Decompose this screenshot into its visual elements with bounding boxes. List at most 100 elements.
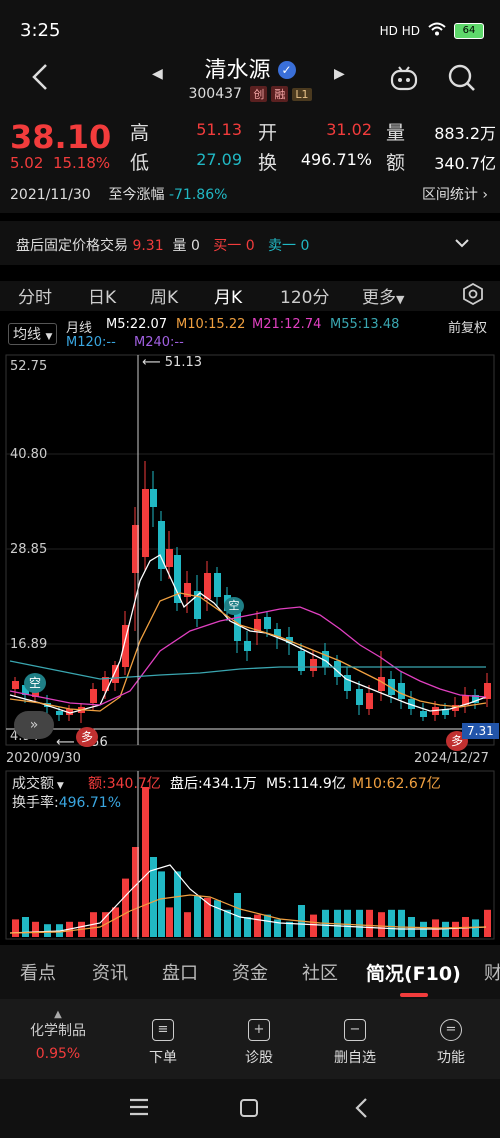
tab-finance[interactable]: 财: [484, 959, 500, 985]
order-button[interactable]: ≡ 下单: [128, 1019, 198, 1067]
kline-svg: [5, 354, 495, 940]
tag-kong-2[interactable]: 空: [224, 597, 244, 615]
status-time: 3:25: [20, 20, 61, 41]
kline-chart-area[interactable]: 均线 ▼ 月线 M5:22.07 M10:15.22 M21:12.74 M55…: [0, 311, 500, 945]
ma-lines-group: [9, 554, 487, 714]
candle-body: [420, 711, 427, 717]
tab-more-label: 更多: [362, 288, 396, 308]
info-tab-underline: [400, 993, 428, 997]
date-end: 2024/12/27: [414, 751, 489, 766]
volume-bar: [158, 871, 165, 937]
tab-highlights[interactable]: 看点: [20, 959, 56, 985]
tab-daily-k[interactable]: 日K: [88, 283, 116, 308]
current-price: 38.10: [10, 118, 112, 156]
last-price-tag: 7.31: [462, 723, 499, 739]
tab-120min[interactable]: 120分: [280, 283, 329, 308]
volume-m5: M5:114.9亿: [266, 776, 346, 792]
candle-body: [366, 693, 373, 709]
candle-body: [214, 573, 221, 597]
volume-bar: [244, 917, 251, 937]
tab-news[interactable]: 资讯: [92, 959, 128, 985]
candle-body: [398, 683, 405, 699]
after-hours-vol: 0: [190, 238, 200, 254]
tag-kong[interactable]: 空: [24, 673, 46, 693]
tab-orderbook[interactable]: 盘口: [162, 959, 198, 985]
function-icon: =: [440, 1019, 462, 1041]
sell1-value: 0: [300, 238, 310, 254]
high-label: 高: [130, 122, 150, 144]
diagnose-label: 诊股: [245, 1050, 273, 1066]
caret-down-icon: ▼: [396, 293, 405, 306]
y-label-2: 40.80: [10, 447, 48, 462]
menu-icon[interactable]: [128, 1097, 150, 1121]
period-tabs: 分时 日K 周K 月K 120分 更多▼: [0, 273, 500, 314]
candle-body: [264, 617, 271, 629]
high-value: 51.13: [196, 120, 242, 139]
volume-m10: M10:62.67亿: [352, 776, 441, 792]
volume-indicator-select[interactable]: 成交额 ▼: [12, 773, 64, 793]
range-stat-button[interactable]: 区间统计 ›: [422, 184, 488, 204]
stock-header: ◀ 清水源 ✓ ▶ 300437 创融 L1: [0, 40, 500, 108]
after-hours-row[interactable]: 盘后固定价格交易 9.31 量 0 买一 0 卖一 0: [0, 213, 500, 265]
chevron-right-icon: ›: [482, 187, 488, 203]
moving-average-line: [9, 554, 487, 714]
tab-monthly-k[interactable]: 月K: [214, 283, 242, 308]
moving-average-line: [9, 592, 487, 712]
search-icon[interactable]: [446, 62, 478, 94]
diagnose-button[interactable]: + 诊股: [224, 1019, 294, 1067]
candle-body: [90, 689, 97, 703]
battery-icon: 64: [454, 22, 484, 39]
home-icon[interactable]: [238, 1097, 260, 1123]
candle-body: [204, 573, 211, 599]
tab-capital[interactable]: 资金: [232, 959, 268, 985]
y-label-4: 16.89: [10, 637, 48, 652]
stock-code-row: 300437 创融 L1: [0, 86, 500, 102]
turnover-row: 换手率:496.71%: [12, 792, 121, 812]
chart-settings-icon[interactable]: [462, 282, 484, 309]
function-button[interactable]: = 功能: [416, 1019, 486, 1067]
low-label: 低: [130, 152, 150, 174]
sector-button[interactable]: ▲ 化学制品 0.95%: [18, 1009, 98, 1062]
sector-name: 化学制品: [30, 1023, 86, 1039]
back-nav-icon[interactable]: [352, 1097, 372, 1123]
robot-assistant-icon[interactable]: [388, 62, 420, 94]
y-label-3: 28.85: [10, 542, 48, 557]
volume-bar: [310, 914, 317, 937]
volume-bar: [44, 924, 51, 937]
stock-name: 清水源 ✓: [0, 52, 500, 84]
high-marker: ⟵ 51.13: [142, 355, 202, 370]
turnover-label: 换: [258, 152, 278, 174]
chevron-down-icon[interactable]: [454, 235, 470, 251]
low-value: 27.09: [196, 150, 242, 169]
since-value: -71.86%: [168, 187, 228, 203]
diagnose-icon: +: [248, 1019, 270, 1041]
volume-bar: [472, 919, 479, 937]
y-label-top: 52.75: [10, 359, 48, 374]
sector-change: 0.95%: [35, 1046, 81, 1062]
tab-more[interactable]: 更多▼: [362, 283, 404, 308]
volume-bar: [22, 917, 29, 937]
tag-rong: 融: [271, 86, 289, 102]
after-hours-price: 9.31: [132, 238, 164, 254]
stock-name-text: 清水源: [204, 58, 271, 83]
volume-bar: [12, 919, 19, 937]
candle-body: [356, 689, 363, 705]
order-label: 下单: [149, 1050, 177, 1066]
volume-indicator-label: 成交额: [12, 776, 54, 792]
after-hours-info: 盘后固定价格交易 9.31 量 0 买一 0 卖一 0: [16, 235, 309, 255]
tab-weekly-k[interactable]: 周K: [150, 283, 178, 308]
buy1-value: 0: [245, 238, 255, 254]
info-tabs: 看点 资讯 盘口 资金 社区 简况(F10) 财: [0, 945, 500, 999]
moving-average-line: [9, 660, 486, 680]
remove-watchlist-button[interactable]: − 删自选: [320, 1019, 390, 1067]
tab-community[interactable]: 社区: [302, 959, 338, 985]
volume-bar: [184, 912, 191, 937]
next-stock-button[interactable]: ▶: [334, 66, 345, 82]
tab-f10[interactable]: 简况(F10): [366, 959, 461, 986]
remove-watchlist-label: 删自选: [334, 1050, 376, 1066]
tag-duo-1[interactable]: 多: [76, 727, 98, 747]
volume-bar: [366, 909, 373, 937]
expand-left-icon[interactable]: »: [14, 711, 54, 739]
tab-intraday[interactable]: 分时: [18, 283, 52, 308]
after-hours-vol-label: 量: [172, 238, 187, 254]
